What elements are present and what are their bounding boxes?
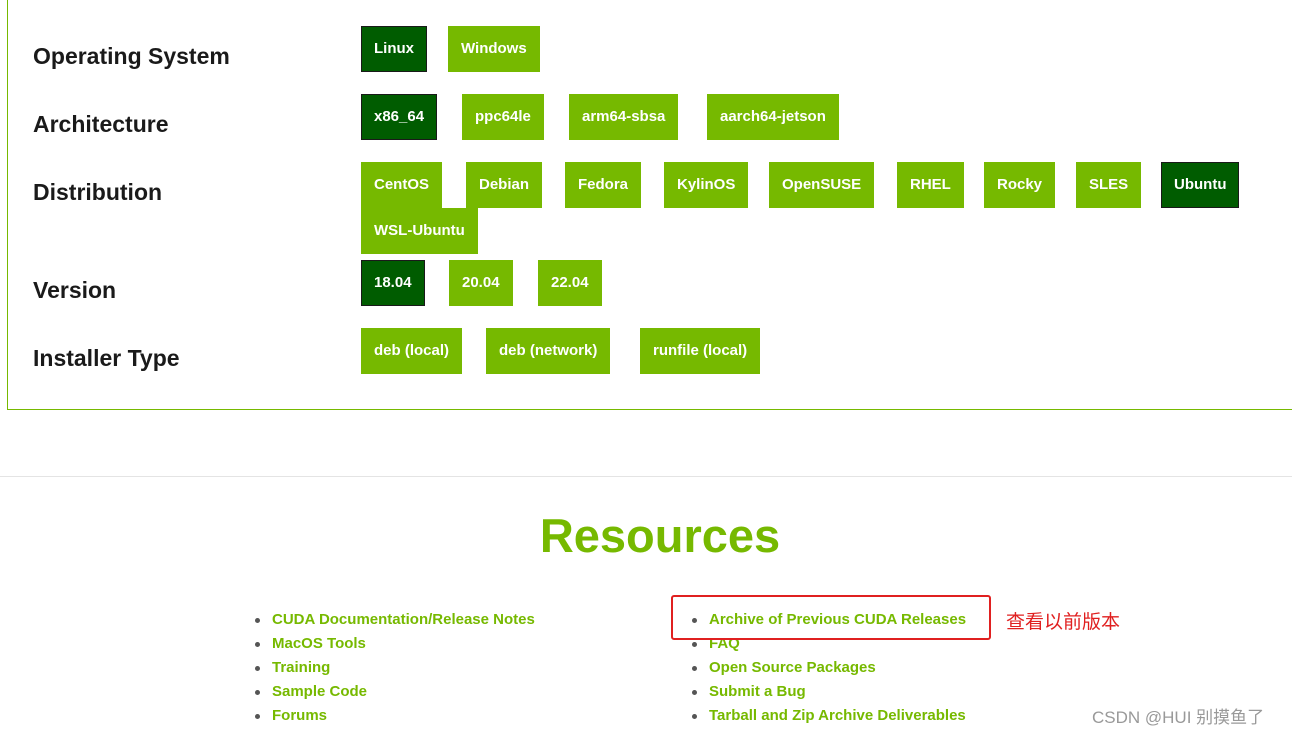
list-item: Tarball and Zip Archive Deliverables [692, 704, 966, 728]
forums-link[interactable]: Forums [272, 707, 327, 724]
list-item: Submit a Bug [692, 680, 966, 704]
dist-option-ubuntu[interactable]: Ubuntu [1161, 162, 1240, 208]
installer-label: Installer Type [33, 345, 180, 371]
resources-left-list: CUDA Documentation/Release Notes MacOS T… [255, 608, 535, 728]
dist-option-debian[interactable]: Debian [466, 162, 543, 208]
list-item: Open Source Packages [692, 656, 966, 680]
bullet-icon [255, 642, 260, 647]
tarball-zip-link[interactable]: Tarball and Zip Archive Deliverables [709, 707, 966, 724]
annotation-highlight-box [671, 595, 991, 640]
watermark: CSDN @HUI 别摸鱼了 [1092, 708, 1265, 727]
dist-option-fedora[interactable]: Fedora [565, 162, 642, 208]
os-option-linux[interactable]: Linux [361, 26, 427, 72]
dist-option-opensuse[interactable]: OpenSUSE [769, 162, 875, 208]
installer-option-deb-network[interactable]: deb (network) [486, 328, 611, 374]
bullet-icon [692, 714, 697, 719]
arch-option-x86-64[interactable]: x86_64 [361, 94, 438, 140]
annotation-text: 查看以前版本 [1006, 612, 1121, 633]
installer-option-deb-local[interactable]: deb (local) [361, 328, 463, 374]
version-label: Version [33, 277, 117, 303]
dist-option-wsl-ubuntu[interactable]: WSL-Ubuntu [361, 208, 478, 254]
dist-option-kylinos[interactable]: KylinOS [664, 162, 749, 208]
list-item: Sample Code [255, 680, 535, 704]
bullet-icon [255, 618, 260, 623]
list-item: Forums [255, 704, 535, 728]
training-link[interactable]: Training [272, 659, 330, 676]
arch-option-ppc64le[interactable]: ppc64le [462, 94, 544, 140]
arch-option-aarch64-jetson[interactable]: aarch64-jetson [707, 94, 839, 140]
bullet-icon [692, 666, 697, 671]
dist-option-sles[interactable]: SLES [1076, 162, 1142, 208]
dist-option-rhel[interactable]: RHEL [897, 162, 964, 208]
bullet-icon [692, 642, 697, 647]
open-source-packages-link[interactable]: Open Source Packages [709, 659, 876, 676]
bullet-icon [255, 666, 260, 671]
bullet-icon [255, 690, 260, 695]
os-option-windows[interactable]: Windows [448, 26, 540, 72]
os-label: Operating System [33, 43, 230, 69]
dist-label: Distribution [33, 179, 163, 205]
bullet-icon [255, 714, 260, 719]
installer-option-runfile-local[interactable]: runfile (local) [640, 328, 761, 374]
list-item: CUDA Documentation/Release Notes [255, 608, 535, 632]
arch-label: Architecture [33, 111, 169, 137]
list-item: MacOS Tools [255, 632, 535, 656]
bullet-icon [692, 690, 697, 695]
submit-bug-link[interactable]: Submit a Bug [709, 683, 806, 700]
macos-tools-link[interactable]: MacOS Tools [272, 635, 366, 652]
section-divider [0, 476, 1292, 477]
list-item: Training [255, 656, 535, 680]
arch-option-arm64-sbsa[interactable]: arm64-sbsa [569, 94, 679, 140]
dist-option-centos[interactable]: CentOS [361, 162, 443, 208]
version-option-18-04[interactable]: 18.04 [361, 260, 425, 306]
resources-title: Resources [539, 509, 781, 562]
version-option-20-04[interactable]: 20.04 [449, 260, 513, 306]
sample-code-link[interactable]: Sample Code [272, 683, 367, 700]
cuda-docs-link[interactable]: CUDA Documentation/Release Notes [272, 611, 535, 628]
dist-option-rocky[interactable]: Rocky [984, 162, 1056, 208]
version-option-22-04[interactable]: 22.04 [538, 260, 602, 306]
